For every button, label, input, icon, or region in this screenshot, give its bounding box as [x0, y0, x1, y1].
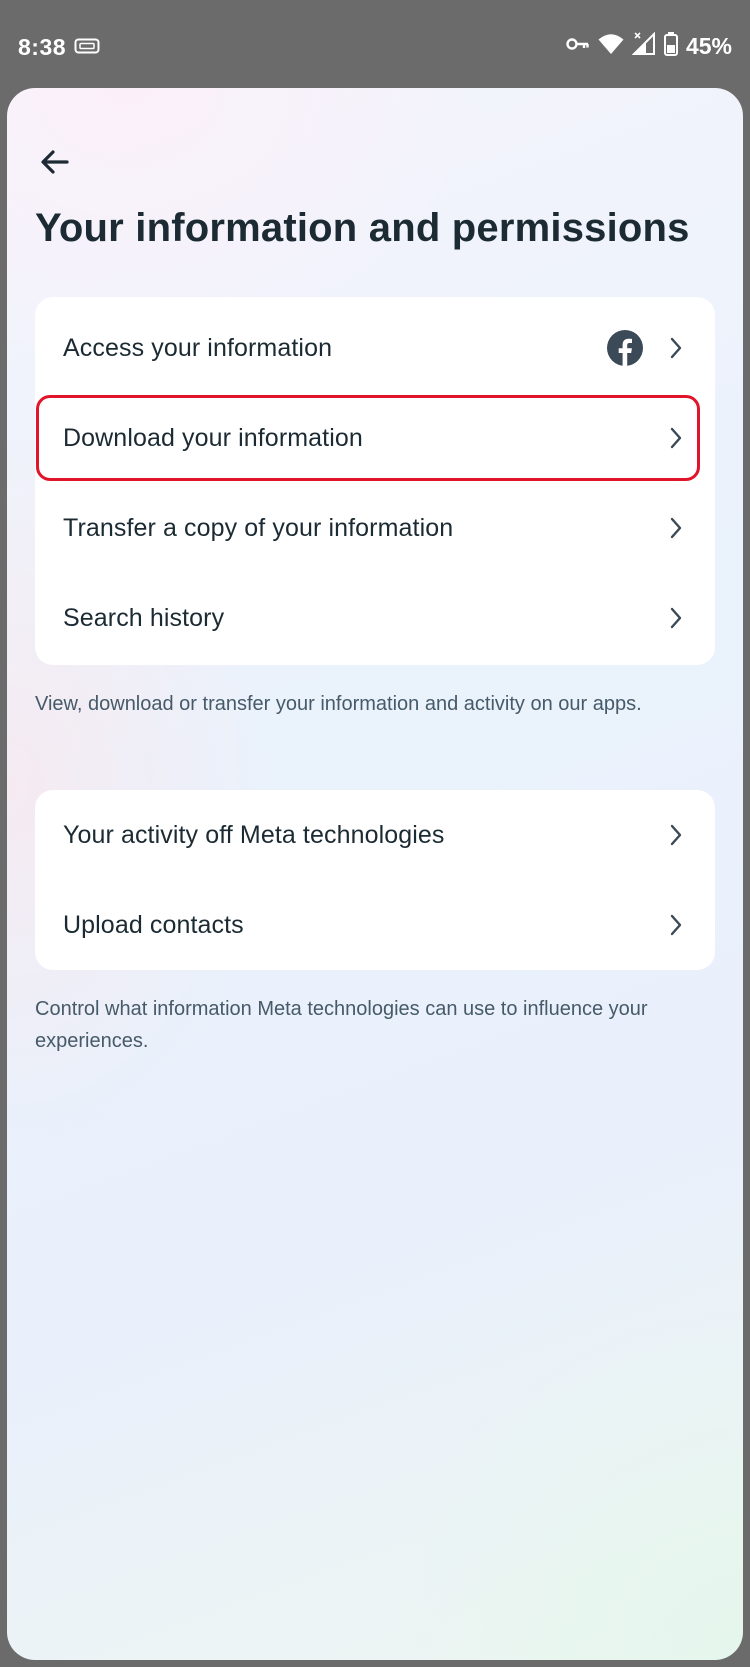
information-card: Access your information Download your in… [35, 297, 715, 665]
battery-percent: 45% [685, 33, 732, 59]
settings-sheet: Your information and permissions Access … [7, 88, 743, 1660]
off-meta-activity-item[interactable]: Your activity off Meta technologies [35, 790, 715, 880]
information-caption: View, download or transfer your informat… [35, 693, 642, 715]
activity-caption: Control what information Meta technologi… [35, 998, 648, 1052]
status-bar: 8:38 45% [0, 0, 750, 88]
battery-icon [663, 32, 678, 61]
access-information-item[interactable]: Access your information [35, 303, 715, 393]
chevron-right-icon [665, 427, 687, 449]
chevron-right-icon [665, 607, 687, 629]
chevron-right-icon [665, 337, 687, 359]
activity-card: Your activity off Meta technologies Uplo… [35, 790, 715, 970]
item-label: Upload contacts [63, 910, 244, 939]
facebook-icon [607, 330, 643, 366]
item-label: Access your information [63, 333, 333, 362]
item-label: Transfer a copy of your information [63, 513, 454, 542]
wifi-icon [598, 33, 624, 60]
back-button[interactable] [33, 140, 77, 184]
chevron-right-icon [665, 517, 687, 539]
item-label: Download your information [63, 423, 363, 452]
page-title: Your information and permissions [35, 206, 690, 250]
item-label: Search history [63, 603, 225, 632]
item-label: Your activity off Meta technologies [63, 820, 445, 849]
vpn-key-icon [566, 36, 590, 57]
download-information-item[interactable]: Download your information [35, 393, 715, 483]
status-icons: 45% [566, 31, 732, 61]
chevron-right-icon [665, 824, 687, 846]
status-time: 8:38 [18, 34, 67, 60]
chevron-right-icon [665, 914, 687, 936]
upload-contacts-item[interactable]: Upload contacts [35, 880, 715, 970]
sim-card-icon [74, 38, 100, 59]
transfer-information-item[interactable]: Transfer a copy of your information [35, 483, 715, 573]
search-history-item[interactable]: Search history [35, 573, 715, 663]
cell-signal-icon [631, 31, 656, 61]
back-arrow-icon [41, 150, 69, 174]
